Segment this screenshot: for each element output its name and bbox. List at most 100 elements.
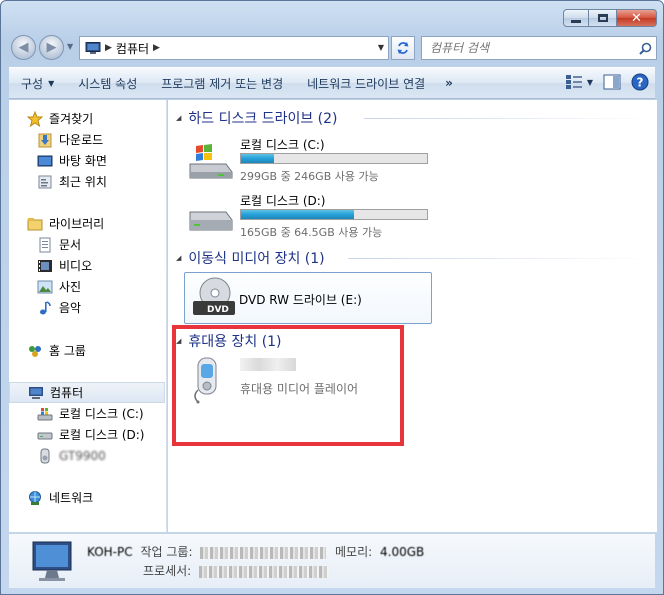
- organize-label: 구성: [21, 76, 44, 91]
- nav-downloads[interactable]: 다운로드: [9, 129, 165, 150]
- command-bar: 구성 ▼ 시스템 속성 프로그램 제거 또는 변경 네트워크 드라이브 연결 »…: [9, 67, 655, 99]
- breadcrumb-separator-icon[interactable]: ▶: [105, 43, 112, 53]
- nav-music-label: 음악: [59, 301, 82, 315]
- drive-tile-d[interactable]: 로컬 디스크 (D:) 165GB 중 64.5GB 사용 가능: [186, 192, 436, 244]
- nav-local-disk-d[interactable]: 로컬 디스크 (D:): [9, 424, 165, 445]
- documents-icon: [37, 237, 53, 253]
- nav-favorites[interactable]: 즐겨찾기: [9, 108, 165, 129]
- group-removable-title: 이동식 미디어 장치 (1): [188, 251, 325, 267]
- help-icon[interactable]: ?: [631, 73, 649, 91]
- content-pane: ◢ 하드 디스크 드라이브 (2) 로컬 디스크 (C:) 299GB 중 24…: [168, 100, 657, 532]
- nav-documents[interactable]: 문서: [9, 234, 165, 255]
- caption-buttons: ✕: [563, 9, 657, 27]
- drive-c-usage-bar: [240, 153, 428, 164]
- recent-places-icon: [37, 174, 53, 190]
- processor-label: 프로세서:: [143, 564, 192, 578]
- recent-pages-dropdown-icon[interactable]: ▼: [67, 42, 73, 51]
- view-options-icon: [565, 75, 582, 89]
- nav-recent-places-label: 최근 위치: [59, 175, 107, 189]
- nav-network[interactable]: 네트워크: [9, 487, 165, 508]
- nav-documents-label: 문서: [59, 238, 82, 252]
- search-icon[interactable]: [634, 42, 656, 55]
- minimize-icon: [571, 19, 581, 23]
- close-button[interactable]: ✕: [617, 9, 657, 27]
- breadcrumb-chevron-icon[interactable]: ▶: [153, 43, 160, 53]
- preview-pane-icon[interactable]: [603, 74, 621, 90]
- map-network-drive-button[interactable]: 네트워크 드라이브 연결: [295, 68, 437, 98]
- view-dropdown-icon: ▼: [586, 77, 593, 87]
- nav-computer-label: 컴퓨터: [50, 386, 84, 400]
- view-controls: ▼ ?: [565, 73, 649, 91]
- back-button[interactable]: ◀: [11, 35, 36, 60]
- drive-c-usage-fill: [241, 154, 275, 163]
- svg-text:?: ?: [637, 76, 644, 90]
- organize-button[interactable]: 구성 ▼: [9, 68, 66, 98]
- drive-tile-c[interactable]: 로컬 디스크 (C:) 299GB 중 246GB 사용 가능: [186, 136, 436, 188]
- maximize-button[interactable]: [589, 9, 617, 27]
- minimize-button[interactable]: [563, 9, 589, 27]
- nav-portable-device[interactable]: GT9900: [9, 445, 165, 466]
- group-divider: [348, 258, 654, 259]
- desktop-icon: [37, 153, 53, 169]
- search-input[interactable]: [422, 41, 634, 55]
- nav-portable-device-label: GT9900: [59, 448, 106, 463]
- close-icon: ✕: [631, 10, 642, 26]
- nav-videos[interactable]: 비디오: [9, 255, 165, 276]
- group-removable-media[interactable]: ◢ 이동식 미디어 장치 (1): [176, 248, 325, 268]
- computer-icon: [28, 385, 44, 401]
- drive-d-free-space: 165GB 중 64.5GB 사용 가능: [240, 226, 383, 239]
- more-commands-button[interactable]: »: [437, 76, 461, 90]
- breadcrumb-computer[interactable]: 컴퓨터: [116, 40, 149, 57]
- nav-computer[interactable]: 컴퓨터: [9, 382, 165, 403]
- details-pane: KOH-PC 작업 그룹: 메모리: 4.00GB 프로세서:: [9, 533, 655, 588]
- memory-label: 메모리:: [335, 545, 373, 559]
- nav-network-label: 네트워크: [49, 491, 94, 505]
- nav-videos-label: 비디오: [59, 259, 93, 273]
- system-properties-button[interactable]: 시스템 속성: [66, 68, 149, 98]
- portable-device-tile[interactable]: 휴대용 미디어 플레이어: [188, 356, 398, 404]
- memory-value: 4.00GB: [380, 545, 425, 559]
- nav-favorites-label: 즐겨찾기: [49, 112, 94, 126]
- pictures-icon: [37, 279, 53, 295]
- group-hard-disks[interactable]: ◢ 하드 디스크 드라이브 (2): [176, 108, 338, 128]
- workgroup-label: 작업 그룹:: [140, 545, 193, 559]
- group-divider: [364, 118, 654, 119]
- address-dropdown-icon[interactable]: ▼: [378, 43, 384, 52]
- media-player-icon: [37, 448, 53, 464]
- drive-d-name: 로컬 디스크 (D:): [240, 194, 326, 208]
- media-player-icon: [194, 357, 217, 404]
- nav-desktop[interactable]: 바탕 화면: [9, 150, 165, 171]
- detail-processor-row: 프로세서:: [143, 562, 330, 579]
- nav-music[interactable]: 음악: [9, 297, 165, 318]
- chevron-down-icon: ▼: [48, 78, 55, 88]
- drive-c-free-space: 299GB 중 246GB 사용 가능: [240, 170, 379, 183]
- video-icon: [37, 258, 53, 274]
- downloads-folder-icon: [37, 132, 53, 148]
- computer-icon: [85, 42, 101, 54]
- explorer-window: ✕ ◀ ▶ ▼ ▶ 컴퓨터 ▶ ▼ 컴퓨터 검색 구성 ▼ 시스템 속성 프로그…: [0, 0, 664, 595]
- navigation-pane: 즐겨찾기 다운로드 바탕 화면 최근 위치 라이브러리 문서 비디오 사진 음악…: [9, 100, 167, 532]
- address-bar[interactable]: ▶ 컴퓨터 ▶ ▼: [79, 36, 389, 60]
- nav-libraries[interactable]: 라이브러리: [9, 213, 165, 234]
- nav-homegroup[interactable]: 홈 그룹: [9, 340, 165, 361]
- collapse-triangle-icon: ◢: [176, 254, 182, 262]
- nav-recent-places[interactable]: 최근 위치: [9, 171, 165, 192]
- hard-drive-icon: [37, 427, 53, 443]
- dvd-badge-label: DVD: [207, 305, 229, 315]
- system-drive-icon: [37, 406, 53, 422]
- dvd-drive-tile[interactable]: DVD DVD RW 드라이브 (E:): [184, 272, 432, 324]
- navigation-row: ◀ ▶ ▼ ▶ 컴퓨터 ▶ ▼: [9, 33, 657, 61]
- back-arrow-icon: ◀: [18, 40, 29, 55]
- change-view-button[interactable]: ▼: [565, 74, 593, 90]
- homegroup-icon: [27, 343, 43, 359]
- nav-local-disk-c[interactable]: 로컬 디스크 (C:): [9, 403, 165, 424]
- forward-button[interactable]: ▶: [39, 35, 64, 60]
- uninstall-program-button[interactable]: 프로그램 제거 또는 변경: [149, 68, 295, 98]
- device-subtitle: 휴대용 미디어 플레이어: [240, 382, 359, 396]
- windows-drive-icon: [189, 144, 233, 179]
- refresh-button[interactable]: [391, 36, 415, 60]
- nav-pictures[interactable]: 사진: [9, 276, 165, 297]
- drive-d-usage-fill: [241, 210, 355, 219]
- search-box[interactable]: [421, 36, 657, 60]
- drive-d-usage-bar: [240, 209, 428, 220]
